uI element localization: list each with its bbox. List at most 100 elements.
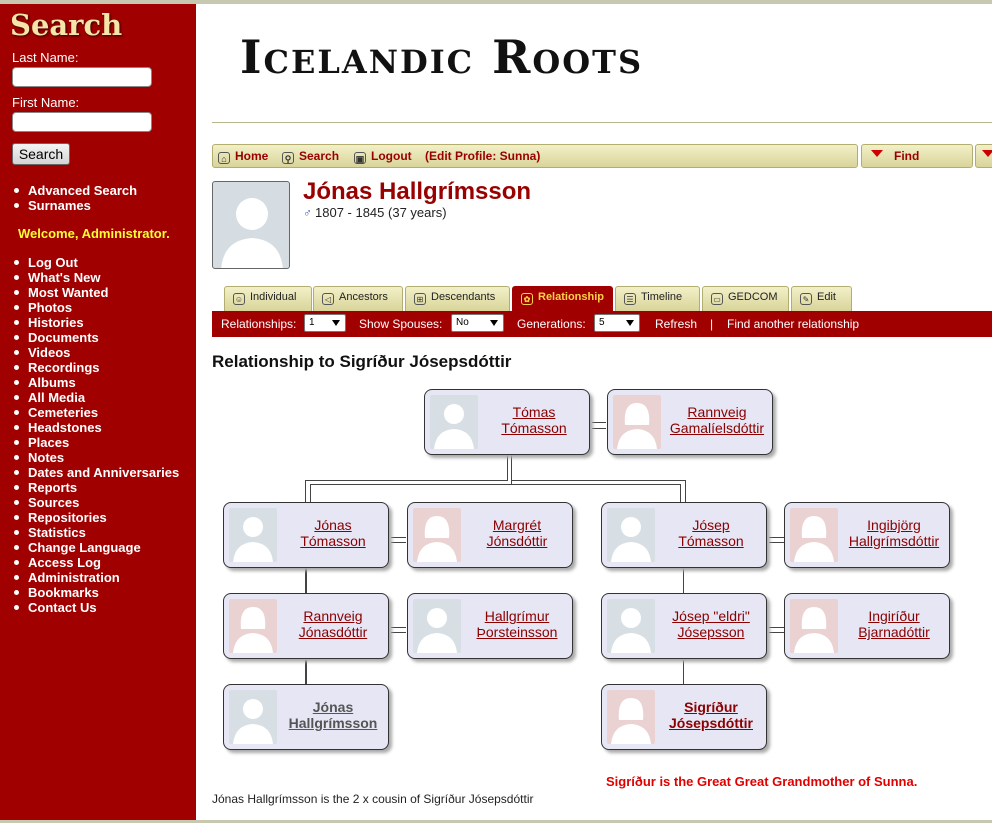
sidebar-link[interactable]: Videos bbox=[14, 345, 179, 360]
sidebar-link-label[interactable]: Administration bbox=[28, 570, 120, 585]
person-given-name[interactable]: Ingibjörg bbox=[843, 517, 945, 533]
person-given-name[interactable]: Hallgrímur bbox=[466, 608, 568, 624]
person-given-name[interactable]: Rannveig bbox=[282, 608, 384, 624]
tab-label[interactable]: Descendants bbox=[431, 291, 495, 303]
person-surname[interactable]: Hallgrímsdóttir bbox=[843, 533, 945, 549]
sidebar-link[interactable]: Administration bbox=[14, 570, 179, 585]
sidebar-link-label[interactable]: Advanced Search bbox=[28, 183, 137, 198]
person-name-link[interactable]: Jónas Hallgrímsson bbox=[282, 699, 384, 731]
tab-label[interactable]: GEDCOM bbox=[728, 291, 778, 303]
refresh-link[interactable]: Refresh bbox=[655, 317, 697, 331]
person-name-link[interactable]: Sigríður Jósepsdóttir bbox=[660, 699, 762, 731]
sidebar-link-label[interactable]: Dates and Anniversaries bbox=[28, 465, 179, 480]
sidebar-link[interactable]: Statistics bbox=[14, 525, 179, 540]
sidebar-link-label[interactable]: What's New bbox=[28, 270, 100, 285]
sidebar-link-label[interactable]: Notes bbox=[28, 450, 64, 465]
tab-edit[interactable]: ✎ Edit bbox=[791, 286, 852, 311]
sidebar-link-label[interactable]: Recordings bbox=[28, 360, 100, 375]
person-given-name[interactable]: Jónas bbox=[282, 517, 384, 533]
sidebar-link[interactable]: Places bbox=[14, 435, 179, 450]
sidebar-link-label[interactable]: Change Language bbox=[28, 540, 141, 555]
person-name-link[interactable]: Jónas Tómasson bbox=[282, 517, 384, 549]
sidebar-link[interactable]: Most Wanted bbox=[14, 285, 179, 300]
person-box-josep-tomasson[interactable]: Jósep Tómasson bbox=[601, 502, 767, 568]
sidebar-link-surnames[interactable]: Surnames bbox=[14, 198, 137, 213]
person-surname[interactable]: Tómasson bbox=[660, 533, 762, 549]
sidebar-link-label[interactable]: Videos bbox=[28, 345, 70, 360]
person-surname[interactable]: Hallgrímsson bbox=[282, 715, 384, 731]
sidebar-link-label[interactable]: Reports bbox=[28, 480, 77, 495]
sidebar-link-label[interactable]: Headstones bbox=[28, 420, 102, 435]
sidebar-link[interactable]: Headstones bbox=[14, 420, 179, 435]
sidebar-link[interactable]: Histories bbox=[14, 315, 179, 330]
nav-home-label[interactable]: Home bbox=[235, 149, 268, 163]
person-given-name[interactable]: Ingiríður bbox=[843, 608, 945, 624]
tab-gedcom[interactable]: ▭ GEDCOM bbox=[702, 286, 789, 311]
sidebar-link[interactable]: Albums bbox=[14, 375, 179, 390]
person-name-link[interactable]: Tómas Tómasson bbox=[483, 404, 585, 436]
person-name-link[interactable]: Rannveig Gamalíelsdóttir bbox=[666, 404, 768, 436]
sidebar-link-label[interactable]: All Media bbox=[28, 390, 85, 405]
sidebar-link-label[interactable]: Repositories bbox=[28, 510, 107, 525]
sidebar-link[interactable]: All Media bbox=[14, 390, 179, 405]
person-box-ingibjorg-hallgrimsdottir[interactable]: Ingibjörg Hallgrímsdóttir bbox=[784, 502, 950, 568]
person-box-ingiridur-bjarnadottir[interactable]: Ingiríður Bjarnadóttir bbox=[784, 593, 950, 659]
tab-label[interactable]: Ancestors bbox=[339, 291, 388, 303]
sidebar-link-label[interactable]: Documents bbox=[28, 330, 99, 345]
find-menu[interactable]: Find bbox=[861, 144, 973, 168]
sidebar-link[interactable]: Bookmarks bbox=[14, 585, 179, 600]
site-logo[interactable]: Icelandic Roots bbox=[240, 30, 643, 84]
sidebar-link-label[interactable]: Contact Us bbox=[28, 600, 97, 615]
tab-individual[interactable]: ☺ Individual bbox=[224, 286, 312, 311]
person-given-name[interactable]: Rannveig bbox=[666, 404, 768, 420]
tab-timeline[interactable]: ☰ Timeline bbox=[615, 286, 700, 311]
find-label[interactable]: Find bbox=[894, 149, 919, 163]
sidebar-link[interactable]: Log Out bbox=[14, 255, 179, 270]
person-surname[interactable]: Jónasdóttir bbox=[282, 624, 384, 640]
sidebar-link-label[interactable]: Albums bbox=[28, 375, 76, 390]
person-box-rannveig-jonasdottir[interactable]: Rannveig Jónasdóttir bbox=[223, 593, 389, 659]
person-given-name[interactable]: Sigríður bbox=[660, 699, 762, 715]
sidebar-link[interactable]: Contact Us bbox=[14, 600, 179, 615]
sidebar-link[interactable]: Dates and Anniversaries bbox=[14, 465, 179, 480]
tab-descendants[interactable]: ⊞ Descendants bbox=[405, 286, 510, 311]
sidebar-link[interactable]: Photos bbox=[14, 300, 179, 315]
find-another-relationship-link[interactable]: Find another relationship bbox=[727, 317, 859, 331]
sidebar-link-label[interactable]: Places bbox=[28, 435, 69, 450]
tab-label[interactable]: Individual bbox=[250, 291, 296, 303]
tab-label[interactable]: Edit bbox=[817, 291, 836, 303]
relationships-select[interactable]: 1 bbox=[304, 314, 346, 332]
person-name-link[interactable]: Ingiríður Bjarnadóttir bbox=[843, 608, 945, 640]
person-box-hallgrimur-thorsteinsson[interactable]: Hallgrímur Þorsteinsson bbox=[407, 593, 573, 659]
sidebar-link[interactable]: Sources bbox=[14, 495, 179, 510]
person-name-link[interactable]: Margrét Jónsdóttir bbox=[466, 517, 568, 549]
sidebar-link[interactable]: Access Log bbox=[14, 555, 179, 570]
person-given-name[interactable]: Jósep bbox=[660, 517, 762, 533]
person-box-jonas-hallgrimsson[interactable]: Jónas Hallgrímsson bbox=[223, 684, 389, 750]
person-box-rannveig-gamalielsdottir[interactable]: Rannveig Gamalíelsdóttir bbox=[607, 389, 773, 455]
spouses-select[interactable]: No bbox=[451, 314, 504, 332]
tab-label[interactable]: Relationship bbox=[538, 291, 604, 303]
person-surname[interactable]: Þorsteinsson bbox=[466, 624, 568, 640]
nav-home[interactable]: ⌂ Home bbox=[218, 149, 268, 164]
sidebar-link-label[interactable]: Photos bbox=[28, 300, 72, 315]
sidebar-link[interactable]: Documents bbox=[14, 330, 179, 345]
person-box-jonas-tomasson[interactable]: Jónas Tómasson bbox=[223, 502, 389, 568]
sidebar-link-label[interactable]: Bookmarks bbox=[28, 585, 99, 600]
sidebar-link[interactable]: Change Language bbox=[14, 540, 179, 555]
tab-label[interactable]: Timeline bbox=[641, 291, 682, 303]
sidebar-link-label[interactable]: Sources bbox=[28, 495, 79, 510]
sidebar-link-label[interactable]: Statistics bbox=[28, 525, 86, 540]
sidebar-link-label[interactable]: Surnames bbox=[28, 198, 91, 213]
person-surname[interactable]: Tómasson bbox=[483, 420, 585, 436]
sidebar-link[interactable]: Repositories bbox=[14, 510, 179, 525]
last-name-input[interactable] bbox=[12, 67, 152, 87]
nav-logout[interactable]: ▣ Logout bbox=[354, 149, 412, 164]
sidebar-link-label[interactable]: Cemeteries bbox=[28, 405, 98, 420]
person-name-link[interactable]: Rannveig Jónasdóttir bbox=[282, 608, 384, 640]
more-menu[interactable] bbox=[975, 144, 992, 168]
sidebar-link-label[interactable]: Histories bbox=[28, 315, 84, 330]
nav-edit-profile[interactable]: (Edit Profile: Sunna) bbox=[425, 149, 540, 163]
nav-search[interactable]: ⚲ Search bbox=[282, 149, 339, 164]
person-box-tomas-tomasson[interactable]: Tómas Tómasson bbox=[424, 389, 590, 455]
